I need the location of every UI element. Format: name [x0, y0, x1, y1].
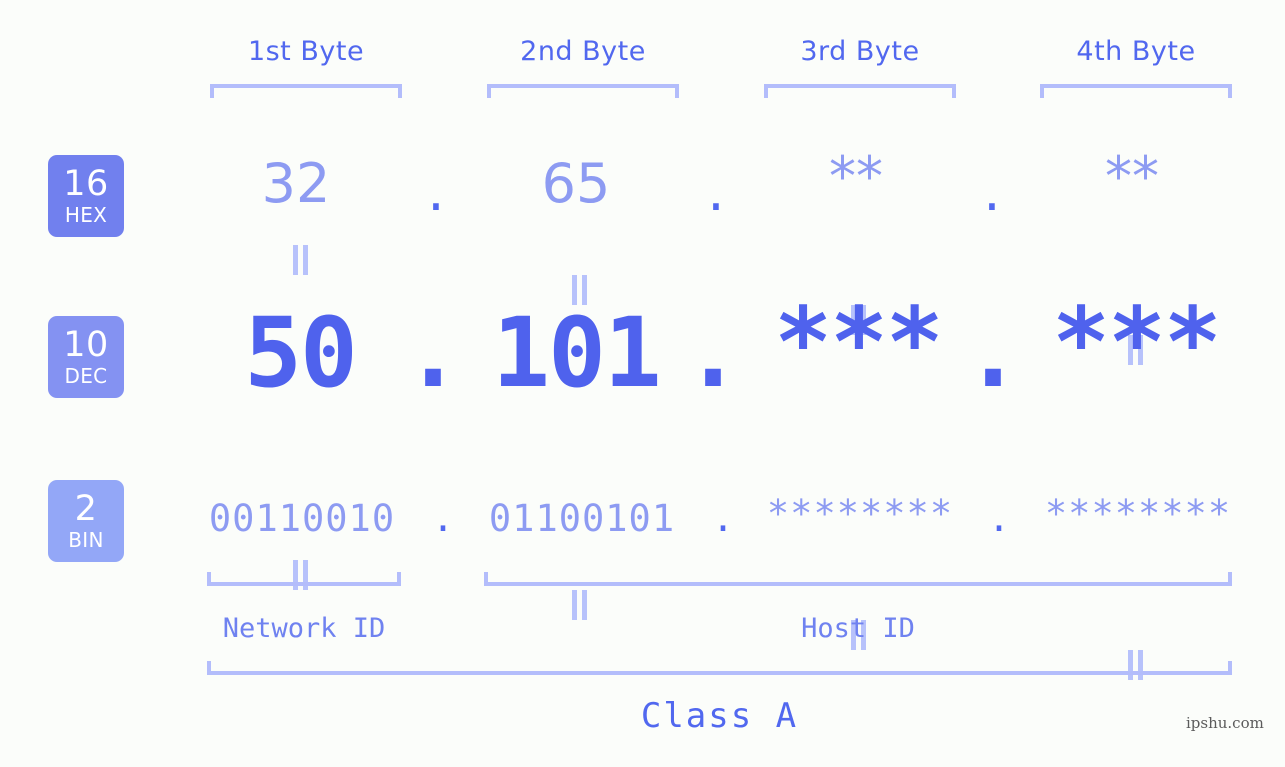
base-badge-hex: 16 HEX [48, 155, 124, 237]
hex-value-byte-3: ** [829, 145, 883, 208]
base-badge-bin: 2 BIN [48, 480, 124, 562]
byte-bracket-top-3 [764, 84, 956, 98]
hex-separator-2: . [707, 160, 725, 223]
class-label: Class A [640, 696, 799, 736]
bin-value-byte-1: 00110010 [208, 497, 396, 540]
ip-breakdown-diagram: 1st Byte 2nd Byte 3rd Byte 4th Byte 16 H… [0, 0, 1285, 767]
bin-separator-1: . [431, 497, 455, 540]
class-bracket [207, 661, 1232, 675]
base-badge-dec: 10 DEC [48, 316, 124, 398]
hex-value-byte-2: 65 [541, 152, 611, 215]
base-badge-hex-number: 16 [63, 164, 109, 204]
section-label-network-id: Network ID [222, 613, 386, 644]
bin-separator-2: . [711, 497, 735, 540]
hex-value-byte-1: 32 [261, 152, 331, 215]
dec-separator-3: . [964, 297, 1022, 409]
section-label-host-id: Host ID [801, 613, 915, 644]
byte-header-label-2: 2nd Byte [520, 36, 646, 67]
dec-value-byte-3: *** [774, 287, 943, 399]
section-bracket-network-id-top [207, 572, 401, 586]
byte-bracket-top-4 [1040, 84, 1232, 98]
bin-value-byte-2: 01100101 [488, 497, 676, 540]
dec-separator-1: . [404, 297, 462, 409]
byte-header-label-1: 1st Byte [247, 36, 365, 67]
bin-value-byte-4: ******** [1044, 492, 1232, 535]
base-badge-bin-name: BIN [68, 528, 104, 552]
base-badge-dec-name: DEC [64, 364, 108, 388]
dec-value-byte-4: *** [1052, 287, 1221, 399]
base-badge-bin-number: 2 [74, 489, 98, 529]
equals-marker-hex-dec-1 [292, 245, 310, 275]
dec-separator-2: . [684, 297, 742, 409]
bin-value-byte-3: ******** [766, 492, 954, 535]
section-bracket-host-id-top [484, 572, 1232, 586]
hex-value-byte-4: ** [1105, 145, 1159, 208]
dec-value-byte-2: 101 [492, 297, 661, 409]
byte-header-label-4: 4th Byte [1076, 36, 1196, 67]
byte-header-label-3: 3rd Byte [800, 36, 920, 67]
hex-separator-3: . [983, 160, 1001, 223]
watermark-ipshu: ipshu.com [1186, 714, 1264, 732]
bin-separator-3: . [987, 497, 1011, 540]
hex-separator-1: . [427, 160, 445, 223]
base-badge-dec-number: 10 [63, 325, 109, 365]
byte-bracket-top-2 [487, 84, 679, 98]
byte-bracket-top-1 [210, 84, 402, 98]
base-badge-hex-name: HEX [64, 203, 108, 227]
dec-value-byte-1: 50 [244, 297, 358, 409]
